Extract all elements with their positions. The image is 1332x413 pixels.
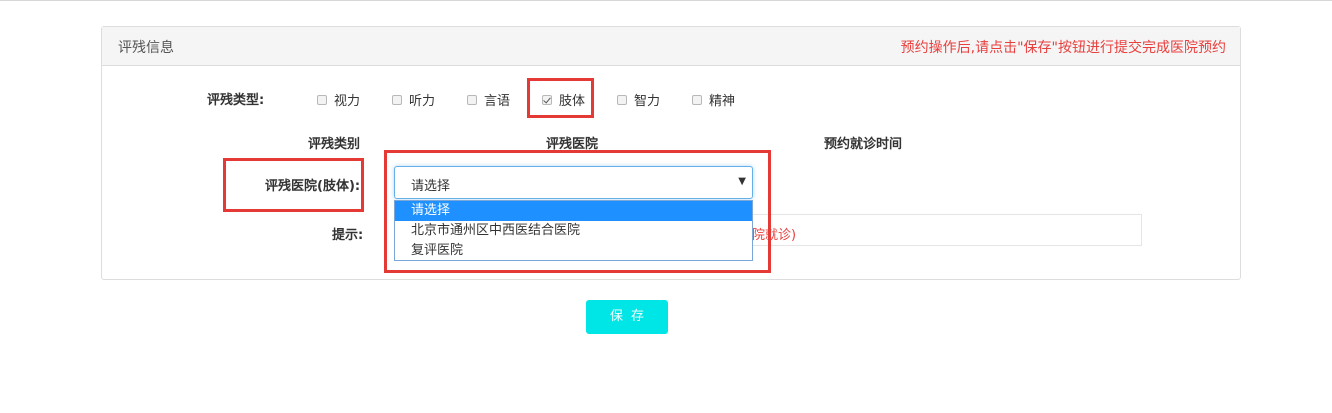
type-option-intellect[interactable]: 智力 bbox=[617, 90, 660, 109]
hearing-checkbox[interactable] bbox=[392, 94, 402, 105]
vision-checkbox[interactable] bbox=[317, 94, 327, 105]
hint-label: 提示: bbox=[332, 228, 364, 243]
column-header-category: 评残类别 bbox=[308, 137, 361, 152]
speech-checkbox[interactable] bbox=[467, 94, 477, 105]
type-option-label: 精神 bbox=[709, 94, 736, 109]
type-option-label: 言语 bbox=[484, 94, 511, 109]
type-option-label: 视力 bbox=[334, 94, 361, 109]
type-option-label: 听力 bbox=[409, 94, 436, 109]
type-option-label: 智力 bbox=[634, 94, 661, 109]
save-button[interactable]: 保存 bbox=[586, 300, 668, 334]
column-header-appointment-time: 预约就诊时间 bbox=[824, 137, 903, 152]
mental-checkbox[interactable] bbox=[692, 94, 702, 105]
intellect-checkbox[interactable] bbox=[617, 94, 627, 105]
panel-note: 预约操作后,请点击"保存"按钮进行提交完成医院预约 bbox=[900, 40, 1226, 56]
type-option-vision[interactable]: 视力 bbox=[317, 90, 360, 109]
panel-title: 评残信息 bbox=[118, 40, 174, 56]
type-option-hearing[interactable]: 听力 bbox=[392, 90, 435, 109]
panel-header: 评残信息 预约操作后,请点击"保存"按钮进行提交完成医院预约 bbox=[102, 27, 1240, 66]
top-divider bbox=[0, 0, 1332, 1]
type-option-speech[interactable]: 言语 bbox=[467, 90, 510, 109]
hospital-select-highlight-box bbox=[384, 150, 771, 273]
type-label: 评残类型: bbox=[207, 93, 265, 108]
type-option-mental[interactable]: 精神 bbox=[692, 90, 735, 109]
limb-highlight-box bbox=[527, 78, 594, 118]
hospital-label-highlight-box bbox=[223, 158, 364, 212]
